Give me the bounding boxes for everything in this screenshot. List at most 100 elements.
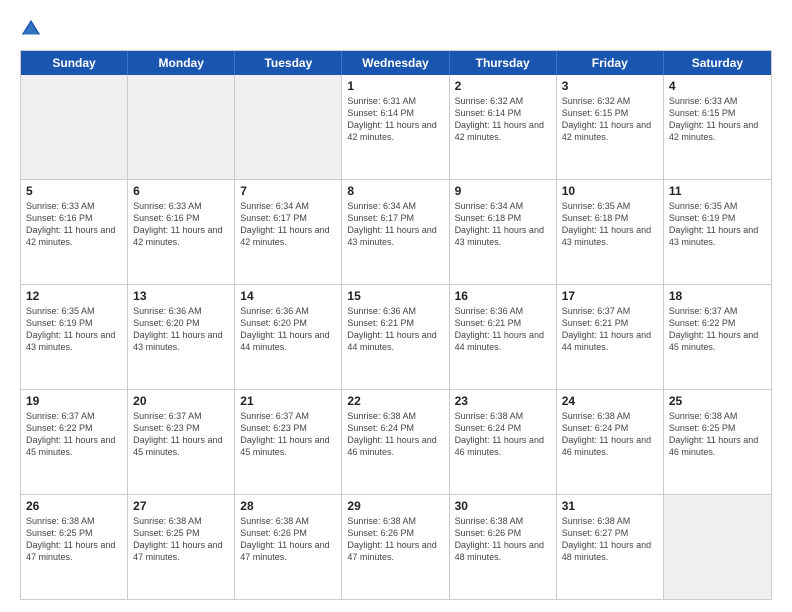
- day-number: 26: [26, 499, 122, 513]
- day-info: Sunrise: 6:33 AM Sunset: 6:16 PM Dayligh…: [26, 200, 122, 249]
- weekday-header: Monday: [128, 51, 235, 75]
- day-number: 31: [562, 499, 658, 513]
- calendar-cell: 29 Sunrise: 6:38 AM Sunset: 6:26 PM Dayli…: [342, 495, 449, 599]
- calendar-cell: 2 Sunrise: 6:32 AM Sunset: 6:14 PM Daylig…: [450, 75, 557, 179]
- day-number: 4: [669, 79, 766, 93]
- calendar-cell: 25 Sunrise: 6:38 AM Sunset: 6:25 PM Dayli…: [664, 390, 771, 494]
- header: [20, 18, 772, 40]
- day-number: 29: [347, 499, 443, 513]
- day-number: 27: [133, 499, 229, 513]
- day-info: Sunrise: 6:38 AM Sunset: 6:25 PM Dayligh…: [669, 410, 766, 459]
- calendar-cell: 11 Sunrise: 6:35 AM Sunset: 6:19 PM Dayli…: [664, 180, 771, 284]
- day-number: 30: [455, 499, 551, 513]
- calendar-cell: 17 Sunrise: 6:37 AM Sunset: 6:21 PM Dayli…: [557, 285, 664, 389]
- calendar-header: SundayMondayTuesdayWednesdayThursdayFrid…: [21, 51, 771, 75]
- day-number: 6: [133, 184, 229, 198]
- day-info: Sunrise: 6:38 AM Sunset: 6:25 PM Dayligh…: [26, 515, 122, 564]
- weekday-header: Thursday: [450, 51, 557, 75]
- weekday-header: Wednesday: [342, 51, 449, 75]
- calendar-cell: 18 Sunrise: 6:37 AM Sunset: 6:22 PM Dayli…: [664, 285, 771, 389]
- day-info: Sunrise: 6:37 AM Sunset: 6:22 PM Dayligh…: [26, 410, 122, 459]
- calendar-week: 1 Sunrise: 6:31 AM Sunset: 6:14 PM Daylig…: [21, 75, 771, 180]
- day-number: 5: [26, 184, 122, 198]
- day-info: Sunrise: 6:33 AM Sunset: 6:15 PM Dayligh…: [669, 95, 766, 144]
- day-number: 14: [240, 289, 336, 303]
- logo-icon: [20, 18, 42, 40]
- calendar-cell: 23 Sunrise: 6:38 AM Sunset: 6:24 PM Dayli…: [450, 390, 557, 494]
- page: SundayMondayTuesdayWednesdayThursdayFrid…: [0, 0, 792, 612]
- day-number: 15: [347, 289, 443, 303]
- day-info: Sunrise: 6:38 AM Sunset: 6:26 PM Dayligh…: [240, 515, 336, 564]
- day-info: Sunrise: 6:37 AM Sunset: 6:21 PM Dayligh…: [562, 305, 658, 354]
- day-number: 2: [455, 79, 551, 93]
- day-info: Sunrise: 6:37 AM Sunset: 6:23 PM Dayligh…: [240, 410, 336, 459]
- day-number: 18: [669, 289, 766, 303]
- calendar-cell: 28Sunrise: 6:38 AM Sunset: 6:26 PM Dayli…: [235, 495, 342, 599]
- calendar-cell: [21, 75, 128, 179]
- calendar-cell: 5 Sunrise: 6:33 AM Sunset: 6:16 PM Daylig…: [21, 180, 128, 284]
- calendar-week: 26 Sunrise: 6:38 AM Sunset: 6:25 PM Dayli…: [21, 495, 771, 599]
- calendar-cell: 6 Sunrise: 6:33 AM Sunset: 6:16 PM Daylig…: [128, 180, 235, 284]
- day-number: 12: [26, 289, 122, 303]
- day-info: Sunrise: 6:38 AM Sunset: 6:24 PM Dayligh…: [562, 410, 658, 459]
- day-info: Sunrise: 6:36 AM Sunset: 6:20 PM Dayligh…: [240, 305, 336, 354]
- day-info: Sunrise: 6:34 AM Sunset: 6:18 PM Dayligh…: [455, 200, 551, 249]
- day-info: Sunrise: 6:32 AM Sunset: 6:15 PM Dayligh…: [562, 95, 658, 144]
- calendar-body: 1 Sunrise: 6:31 AM Sunset: 6:14 PM Daylig…: [21, 75, 771, 599]
- calendar-cell: 10 Sunrise: 6:35 AM Sunset: 6:18 PM Dayli…: [557, 180, 664, 284]
- weekday-header: Sunday: [21, 51, 128, 75]
- day-info: Sunrise: 6:37 AM Sunset: 6:22 PM Dayligh…: [669, 305, 766, 354]
- day-info: Sunrise: 6:35 AM Sunset: 6:19 PM Dayligh…: [669, 200, 766, 249]
- logo: [20, 18, 46, 40]
- calendar-cell: 20 Sunrise: 6:37 AM Sunset: 6:23 PM Dayli…: [128, 390, 235, 494]
- day-info: Sunrise: 6:38 AM Sunset: 6:26 PM Dayligh…: [347, 515, 443, 564]
- day-number: 10: [562, 184, 658, 198]
- day-info: Sunrise: 6:36 AM Sunset: 6:21 PM Dayligh…: [455, 305, 551, 354]
- day-number: 16: [455, 289, 551, 303]
- calendar-cell: 16 Sunrise: 6:36 AM Sunset: 6:21 PM Dayli…: [450, 285, 557, 389]
- weekday-header: Tuesday: [235, 51, 342, 75]
- calendar-cell: [235, 75, 342, 179]
- calendar-cell: 19Sunrise: 6:37 AM Sunset: 6:22 PM Dayli…: [21, 390, 128, 494]
- day-number: 23: [455, 394, 551, 408]
- day-number: 7: [240, 184, 336, 198]
- day-info: Sunrise: 6:38 AM Sunset: 6:24 PM Dayligh…: [455, 410, 551, 459]
- day-number: 13: [133, 289, 229, 303]
- day-number: 11: [669, 184, 766, 198]
- weekday-header: Saturday: [664, 51, 771, 75]
- calendar: SundayMondayTuesdayWednesdayThursdayFrid…: [20, 50, 772, 600]
- calendar-cell: 21 Sunrise: 6:37 AM Sunset: 6:23 PM Dayli…: [235, 390, 342, 494]
- day-number: 20: [133, 394, 229, 408]
- day-info: Sunrise: 6:34 AM Sunset: 6:17 PM Dayligh…: [240, 200, 336, 249]
- day-info: Sunrise: 6:35 AM Sunset: 6:19 PM Dayligh…: [26, 305, 122, 354]
- day-info: Sunrise: 6:31 AM Sunset: 6:14 PM Dayligh…: [347, 95, 443, 144]
- day-info: Sunrise: 6:33 AM Sunset: 6:16 PM Dayligh…: [133, 200, 229, 249]
- calendar-cell: 3Sunrise: 6:32 AM Sunset: 6:15 PM Daylig…: [557, 75, 664, 179]
- calendar-cell: 22 Sunrise: 6:38 AM Sunset: 6:24 PM Dayli…: [342, 390, 449, 494]
- calendar-cell: 14 Sunrise: 6:36 AM Sunset: 6:20 PM Dayli…: [235, 285, 342, 389]
- day-number: 1: [347, 79, 443, 93]
- calendar-week: 12 Sunrise: 6:35 AM Sunset: 6:19 PM Dayli…: [21, 285, 771, 390]
- calendar-cell: [128, 75, 235, 179]
- calendar-cell: 7 Sunrise: 6:34 AM Sunset: 6:17 PM Daylig…: [235, 180, 342, 284]
- calendar-week: 5 Sunrise: 6:33 AM Sunset: 6:16 PM Daylig…: [21, 180, 771, 285]
- day-info: Sunrise: 6:38 AM Sunset: 6:24 PM Dayligh…: [347, 410, 443, 459]
- calendar-cell: 8Sunrise: 6:34 AM Sunset: 6:17 PM Daylig…: [342, 180, 449, 284]
- day-number: 25: [669, 394, 766, 408]
- calendar-cell: 13 Sunrise: 6:36 AM Sunset: 6:20 PM Dayli…: [128, 285, 235, 389]
- calendar-cell: 26 Sunrise: 6:38 AM Sunset: 6:25 PM Dayli…: [21, 495, 128, 599]
- calendar-cell: [664, 495, 771, 599]
- day-info: Sunrise: 6:32 AM Sunset: 6:14 PM Dayligh…: [455, 95, 551, 144]
- calendar-cell: 15 Sunrise: 6:36 AM Sunset: 6:21 PM Dayli…: [342, 285, 449, 389]
- day-number: 8: [347, 184, 443, 198]
- day-info: Sunrise: 6:36 AM Sunset: 6:21 PM Dayligh…: [347, 305, 443, 354]
- day-info: Sunrise: 6:37 AM Sunset: 6:23 PM Dayligh…: [133, 410, 229, 459]
- weekday-header: Friday: [557, 51, 664, 75]
- calendar-cell: 24Sunrise: 6:38 AM Sunset: 6:24 PM Dayli…: [557, 390, 664, 494]
- day-info: Sunrise: 6:36 AM Sunset: 6:20 PM Dayligh…: [133, 305, 229, 354]
- day-number: 17: [562, 289, 658, 303]
- calendar-week: 19Sunrise: 6:37 AM Sunset: 6:22 PM Dayli…: [21, 390, 771, 495]
- day-info: Sunrise: 6:35 AM Sunset: 6:18 PM Dayligh…: [562, 200, 658, 249]
- day-number: 22: [347, 394, 443, 408]
- day-number: 21: [240, 394, 336, 408]
